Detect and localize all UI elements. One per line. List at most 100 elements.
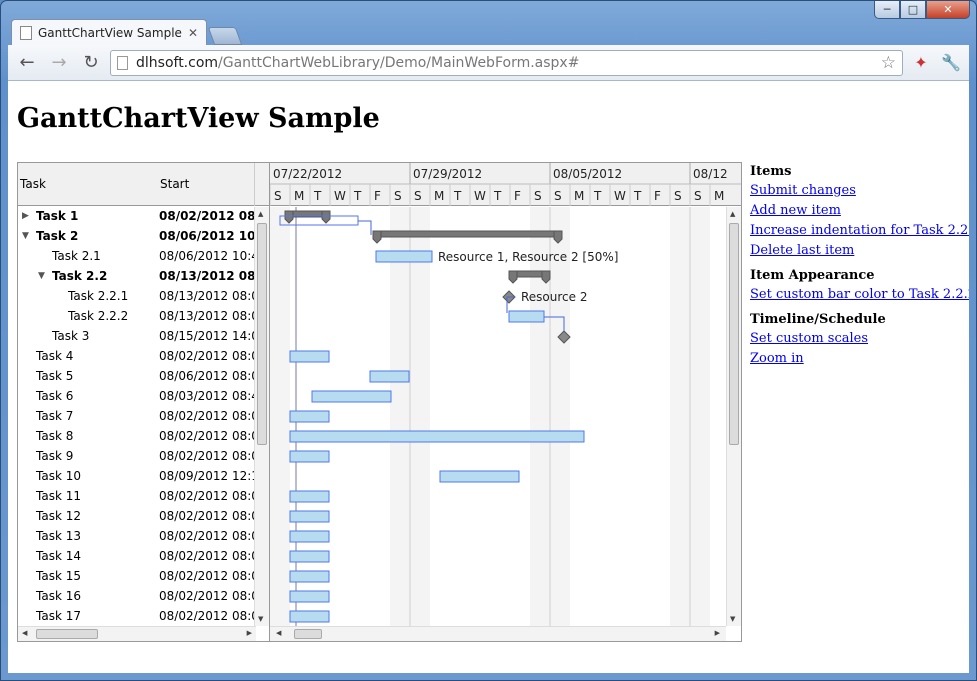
maximize-icon[interactable]: □	[900, 1, 926, 19]
table-row[interactable]: Task 4 08/02/2012 08:0	[18, 346, 269, 366]
new-tab-button[interactable]	[207, 27, 243, 45]
task-name-cell[interactable]: Task 1	[36, 206, 78, 226]
task-name-cell[interactable]: Task 6	[36, 386, 73, 406]
task-name-cell[interactable]: Task 2	[36, 226, 78, 246]
task-name-cell[interactable]: Task 7	[36, 406, 73, 426]
task-name-cell[interactable]: Task 17	[36, 606, 81, 621]
table-row[interactable]: Task 2.2.1 08/13/2012 08:0	[18, 286, 269, 306]
start-date-cell[interactable]: 08/06/2012 10:4	[159, 246, 254, 266]
start-date-cell[interactable]: 08/02/2012 08:0	[159, 586, 254, 606]
task-name-cell[interactable]: Task 4	[36, 346, 73, 366]
scroll-right-icon[interactable]: ▶	[715, 629, 720, 637]
close-window-icon[interactable]: ✕	[926, 1, 970, 19]
task-name-cell[interactable]: Task 15	[36, 566, 81, 586]
forward-arrow-icon[interactable]: →	[46, 50, 72, 76]
task-name-cell[interactable]: Task 12	[36, 506, 81, 526]
start-date-cell[interactable]: 08/13/2012 08:0	[159, 306, 254, 326]
collapse-arrow-icon[interactable]: ▼	[22, 226, 29, 246]
task-name-cell[interactable]: Task 11	[36, 486, 81, 506]
chart-horizontal-scrollbar[interactable]: ◀ ▶	[270, 626, 726, 641]
task-name-cell[interactable]: Task 10	[36, 466, 81, 486]
start-date-cell[interactable]: 08/02/2012 08:0	[159, 406, 254, 426]
back-arrow-icon[interactable]: ←	[14, 50, 40, 76]
reload-icon[interactable]: ↻	[78, 50, 104, 76]
table-row[interactable]: Task 5 08/06/2012 08:0	[18, 366, 269, 386]
scroll-thumb[interactable]	[729, 223, 739, 445]
table-row[interactable]: Task 11 08/02/2012 08:0	[18, 486, 269, 506]
command-link[interactable]: Zoom in	[750, 349, 969, 369]
table-row[interactable]: Task 14 08/02/2012 08:0	[18, 546, 269, 566]
wrench-icon[interactable]: 🔧	[939, 51, 963, 75]
start-date-cell[interactable]: 08/02/2012 08:0	[159, 566, 254, 586]
start-date-cell[interactable]: 08/02/2012 08:0	[159, 526, 254, 546]
scroll-down-icon[interactable]: ▼	[730, 615, 735, 623]
table-row[interactable]: Task 16 08/02/2012 08:0	[18, 586, 269, 606]
task-name-cell[interactable]: Task 2.2.1	[68, 286, 128, 306]
table-row[interactable]: ▼ Task 2.2 08/13/2012 08:0	[18, 266, 269, 286]
start-date-cell[interactable]: 08/02/2012 08:0	[159, 486, 254, 506]
table-row[interactable]: ▶ Task 1 08/02/2012 08:0	[18, 206, 269, 226]
table-row[interactable]: Task 7 08/02/2012 08:0	[18, 406, 269, 426]
grid-vertical-scrollbar[interactable]: ▲ ▼	[254, 207, 269, 626]
task-name-cell[interactable]: Task 5	[36, 366, 73, 386]
table-row[interactable]: Task 15 08/02/2012 08:0	[18, 566, 269, 586]
start-date-cell[interactable]: 08/13/2012 08:0	[159, 266, 254, 286]
column-separator[interactable]	[254, 163, 255, 206]
table-row[interactable]: Task 6 08/03/2012 08:4	[18, 386, 269, 406]
start-date-cell[interactable]: 08/02/2012 08:0	[159, 546, 254, 566]
column-header-start[interactable]: Start	[160, 177, 189, 191]
table-row[interactable]: Task 17 08/02/2012 08:0	[18, 606, 269, 621]
command-link[interactable]: Delete last item	[750, 241, 969, 261]
table-row[interactable]: Task 12 08/02/2012 08:0	[18, 506, 269, 526]
tab-close-icon[interactable]: ✕	[188, 26, 198, 40]
scroll-up-icon[interactable]: ▲	[258, 210, 263, 218]
start-date-cell[interactable]: 08/06/2012 10:4	[159, 226, 254, 246]
start-date-cell[interactable]: 08/15/2012 14:0	[159, 326, 254, 346]
command-link[interactable]: Set custom bar color to Task 2.2.2	[750, 285, 969, 305]
table-row[interactable]: Task 2.2.2 08/13/2012 08:0	[18, 306, 269, 326]
scroll-right-icon[interactable]: ▶	[247, 629, 252, 637]
task-name-cell[interactable]: Task 2.1	[52, 246, 101, 266]
chart-vertical-scrollbar[interactable]: ▲ ▼	[726, 207, 741, 626]
minimize-icon[interactable]: ─	[874, 1, 900, 19]
start-date-cell[interactable]: 08/03/2012 08:4	[159, 386, 254, 406]
start-date-cell[interactable]: 08/02/2012 08:0	[159, 606, 254, 621]
command-link[interactable]: Set custom scales	[750, 329, 969, 349]
table-row[interactable]: Task 13 08/02/2012 08:0	[18, 526, 269, 546]
grid-horizontal-scrollbar[interactable]: ◀ ▶	[18, 626, 256, 641]
task-name-cell[interactable]: Task 2.2	[52, 266, 107, 286]
start-date-cell[interactable]: 08/02/2012 08:0	[159, 506, 254, 526]
task-name-cell[interactable]: Task 3	[52, 326, 89, 346]
browser-tab[interactable]: GanttChartView Sample ✕	[11, 19, 207, 45]
command-link[interactable]: Increase indentation for Task 2.2.2	[750, 221, 969, 241]
address-bar[interactable]: dlhsoft.com/GanttChartWebLibrary/Demo/Ma…	[110, 49, 903, 76]
start-date-cell[interactable]: 08/09/2012 12:1	[159, 466, 254, 486]
table-row[interactable]: Task 10 08/09/2012 12:1	[18, 466, 269, 486]
scroll-up-icon[interactable]: ▲	[730, 210, 735, 218]
command-link[interactable]: Add new item	[750, 201, 969, 221]
extension-icon[interactable]: ✦	[909, 51, 933, 75]
task-name-cell[interactable]: Task 2.2.2	[68, 306, 128, 326]
table-row[interactable]: ▼ Task 2 08/06/2012 10:4	[18, 226, 269, 246]
task-name-cell[interactable]: Task 9	[36, 446, 73, 466]
start-date-cell[interactable]: 08/13/2012 08:0	[159, 286, 254, 306]
scroll-thumb[interactable]	[36, 629, 98, 639]
start-date-cell[interactable]: 08/02/2012 08:0	[159, 346, 254, 366]
table-row[interactable]: Task 8 08/02/2012 08:0	[18, 426, 269, 446]
column-header-task[interactable]: Task	[20, 177, 46, 191]
task-name-cell[interactable]: Task 16	[36, 586, 81, 606]
start-date-cell[interactable]: 08/02/2012 08:0	[159, 446, 254, 466]
scroll-thumb[interactable]	[257, 223, 267, 445]
scroll-thumb[interactable]	[294, 629, 322, 639]
expand-arrow-icon[interactable]: ▶	[22, 206, 29, 226]
task-name-cell[interactable]: Task 13	[36, 526, 81, 546]
table-row[interactable]: Task 9 08/02/2012 08:0	[18, 446, 269, 466]
scroll-left-icon[interactable]: ◀	[22, 629, 27, 637]
table-row[interactable]: Task 3 08/15/2012 14:0	[18, 326, 269, 346]
task-name-cell[interactable]: Task 14	[36, 546, 81, 566]
collapse-arrow-icon[interactable]: ▼	[38, 266, 45, 286]
bookmark-star-icon[interactable]: ☆	[881, 53, 896, 73]
task-name-cell[interactable]: Task 8	[36, 426, 73, 446]
start-date-cell[interactable]: 08/02/2012 08:0	[159, 426, 254, 446]
scroll-down-icon[interactable]: ▼	[258, 615, 263, 623]
